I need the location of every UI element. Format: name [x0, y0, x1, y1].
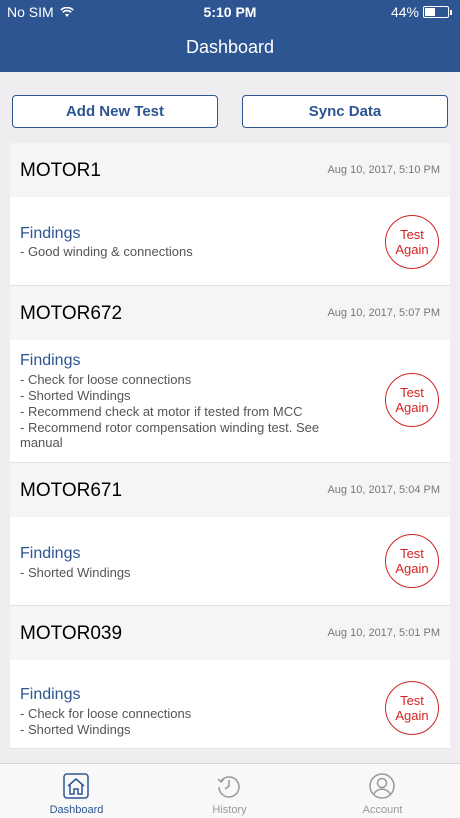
test-again-label: Test	[400, 385, 424, 400]
history-icon	[217, 776, 240, 798]
motor-name: MOTOR672	[20, 303, 123, 324]
test-again-button[interactable]: Test Again	[385, 215, 439, 269]
finding-item: - Shorted Windings	[20, 565, 131, 580]
test-again-label: Again	[395, 242, 429, 257]
finding-item: - Shorted Windings	[20, 722, 131, 737]
finding-item: manual	[20, 435, 63, 450]
finding-item: - Recommend check at motor if tested fro…	[20, 404, 303, 419]
sync-data-button[interactable]: Sync Data	[242, 95, 448, 128]
findings-panel: Findings - Good winding & connections Te…	[10, 197, 450, 286]
finding-item: - Recommend rotor compensation winding t…	[20, 420, 320, 435]
test-again-label: Test	[400, 227, 424, 242]
motor-name: MOTOR671	[20, 480, 123, 501]
findings-panel: Findings - Check for loose connections -…	[10, 660, 450, 749]
motor-date: Aug 10, 2017, 5:01 PM	[327, 627, 440, 639]
battery-percent: 44%	[390, 4, 419, 20]
finding-item: - Shorted Windings	[20, 388, 131, 403]
findings-title: Findings	[20, 686, 81, 703]
findings-panel: Findings - Check for loose connections -…	[10, 340, 450, 463]
tab-dashboard[interactable]: Dashboard	[0, 764, 153, 818]
motor-date: Aug 10, 2017, 5:04 PM	[327, 484, 440, 496]
tab-history[interactable]: History	[153, 764, 306, 818]
motor-card-header[interactable]: MOTOR672 Aug 10, 2017, 5:07 PM	[10, 286, 450, 340]
finding-item: - Check for loose connections	[20, 706, 192, 721]
test-again-label: Again	[395, 561, 429, 576]
motor-card-header[interactable]: MOTOR039 Aug 10, 2017, 5:01 PM	[10, 606, 450, 660]
finding-item: - Check for loose connections	[20, 372, 192, 387]
page-title: Dashboard	[185, 37, 275, 57]
tab-label: Account	[362, 804, 403, 816]
tab-label: Dashboard	[49, 804, 104, 816]
motor-card-header[interactable]: MOTOR1 Aug 10, 2017, 5:10 PM	[10, 143, 450, 197]
tab-account[interactable]: Account	[306, 764, 459, 818]
findings-title: Findings	[20, 225, 81, 242]
motor-date: Aug 10, 2017, 5:07 PM	[327, 307, 440, 319]
test-again-label: Test	[400, 546, 424, 561]
account-icon	[369, 773, 395, 799]
test-again-button[interactable]: Test Again	[385, 373, 439, 427]
tab-label: History	[212, 804, 247, 816]
add-new-test-button[interactable]: Add New Test	[12, 95, 218, 128]
motor-date: Aug 10, 2017, 5:10 PM	[327, 164, 440, 176]
findings-title: Findings	[20, 545, 81, 562]
test-again-button[interactable]: Test Again	[385, 681, 439, 735]
findings-panel: Findings - Shorted Windings Test Again	[10, 517, 450, 606]
status-bar: No SIM 5:10 PM 44%	[0, 0, 460, 24]
tab-bar: Dashboard History Account	[0, 763, 460, 818]
motor-list: MOTOR1 Aug 10, 2017, 5:10 PM Findings - …	[10, 143, 450, 749]
motor-name: MOTOR1	[20, 160, 101, 181]
test-again-label: Again	[395, 400, 429, 415]
finding-item: - Good winding & connections	[20, 244, 193, 259]
battery-icon	[423, 6, 449, 18]
findings-title: Findings	[20, 352, 81, 369]
motor-card-header[interactable]: MOTOR671 Aug 10, 2017, 5:04 PM	[10, 463, 450, 517]
test-again-button[interactable]: Test Again	[385, 534, 439, 588]
test-again-label: Again	[395, 708, 429, 723]
test-again-label: Test	[400, 693, 424, 708]
motor-name: MOTOR039	[20, 623, 123, 644]
app-header: No SIM 5:10 PM 44% Dashboard	[0, 0, 460, 72]
home-icon	[63, 773, 89, 799]
